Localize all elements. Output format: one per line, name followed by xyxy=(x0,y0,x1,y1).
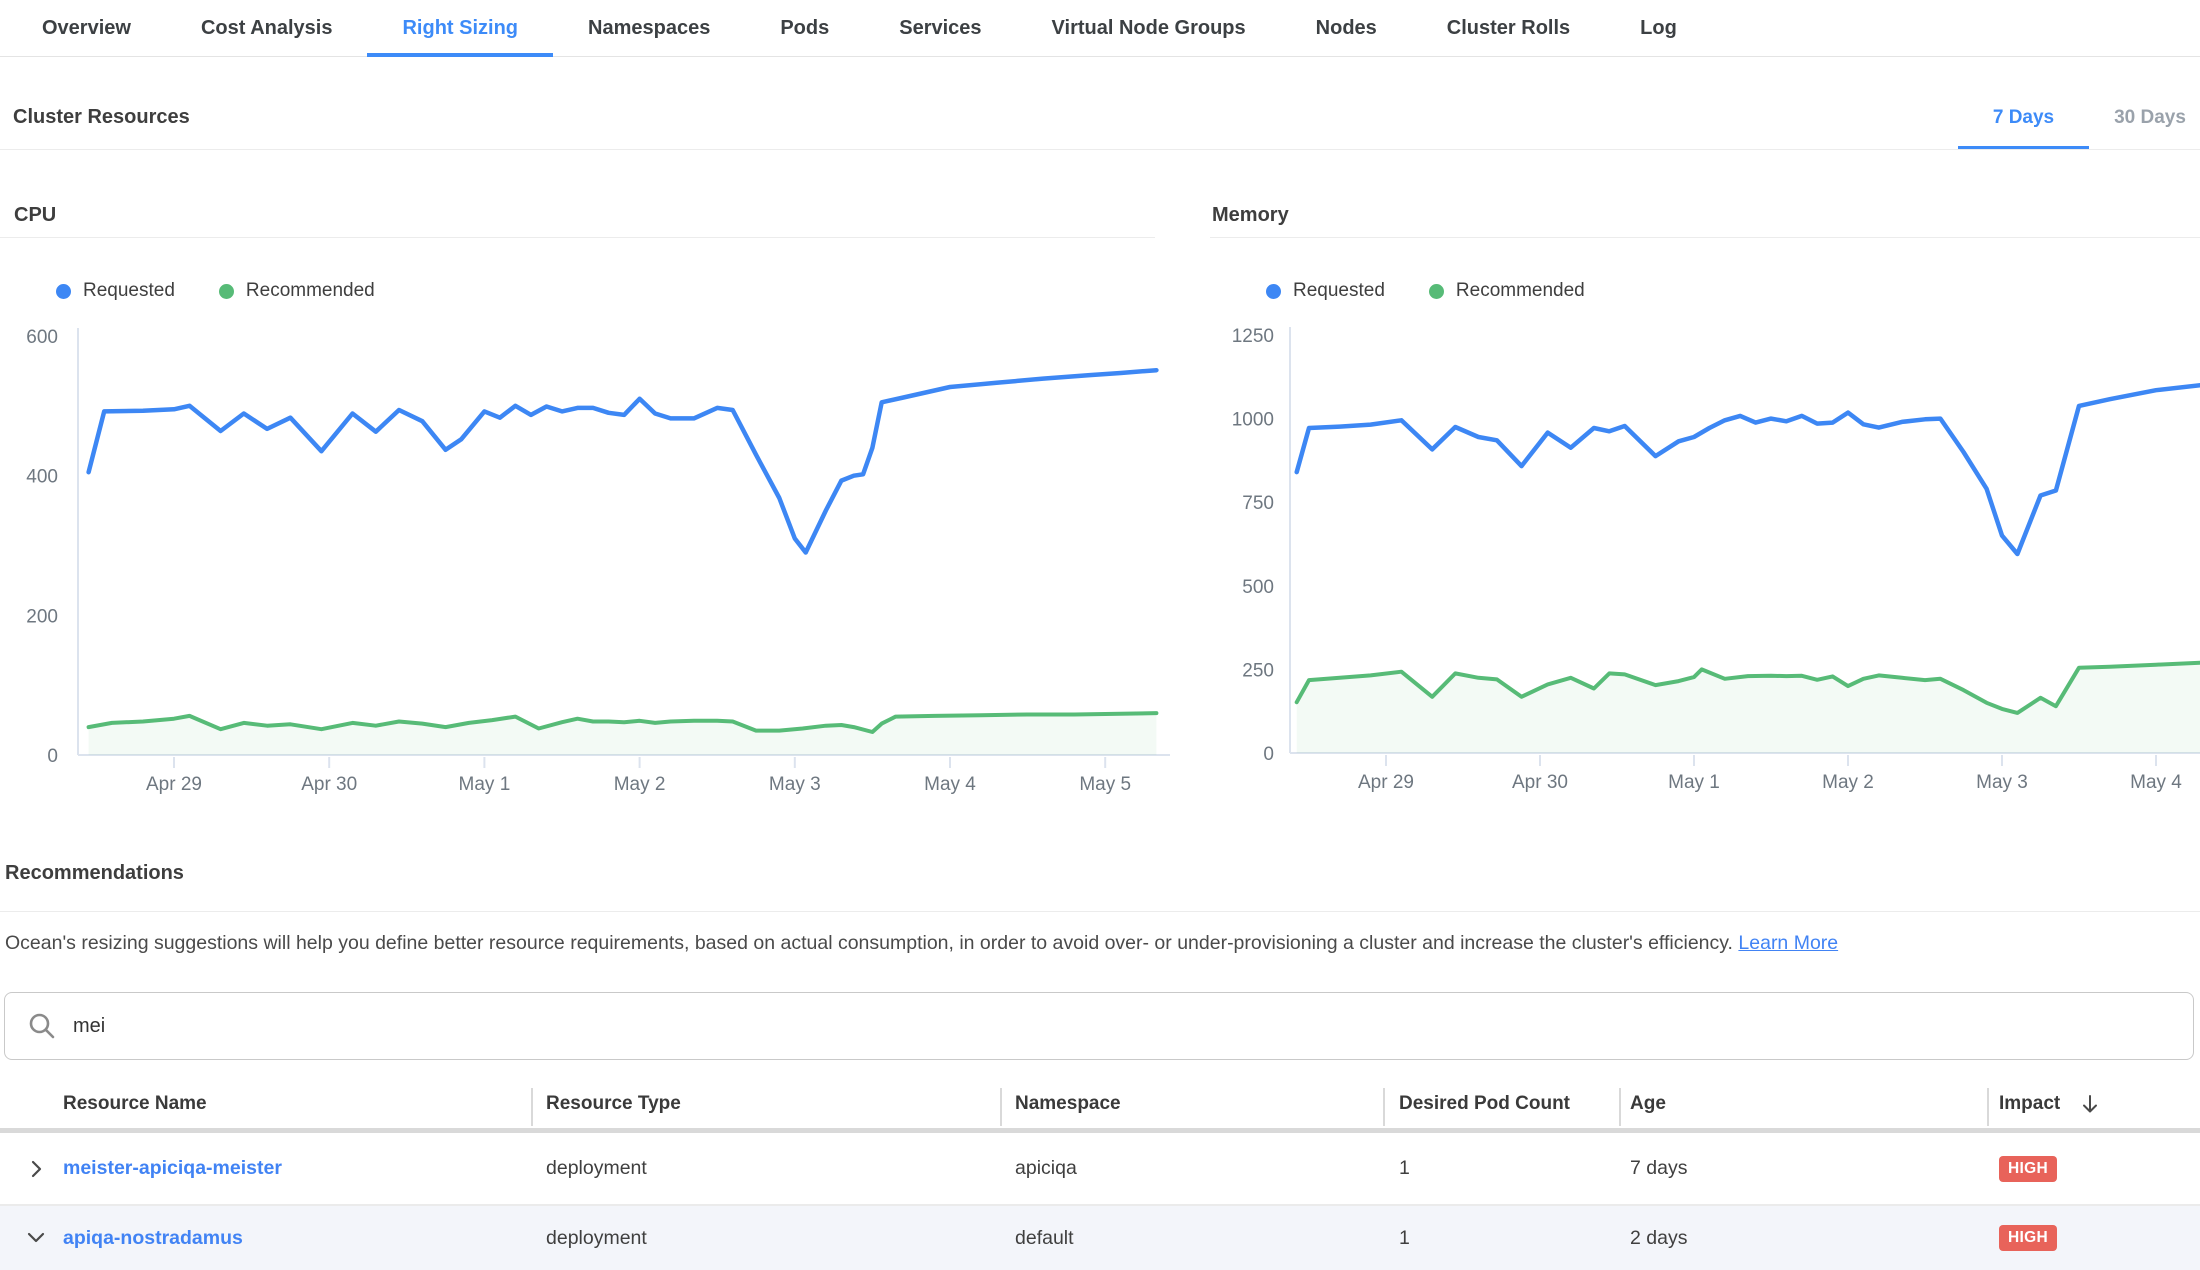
impact-badge: HIGH xyxy=(1999,1225,2057,1251)
header-namespace[interactable]: Namespace xyxy=(1000,1093,1383,1115)
svg-text:0: 0 xyxy=(47,746,58,767)
namespace-cell: default xyxy=(1000,1227,1383,1250)
svg-text:Apr 29: Apr 29 xyxy=(1358,772,1414,793)
section-divider xyxy=(0,149,2200,150)
cpu-chart-title: CPU xyxy=(14,204,56,227)
search-icon xyxy=(27,1011,57,1041)
svg-text:May 2: May 2 xyxy=(614,774,666,795)
chevron-down-icon[interactable] xyxy=(25,1227,47,1249)
recommendations-heading: Recommendations xyxy=(5,862,184,885)
svg-text:May 4: May 4 xyxy=(924,774,976,795)
svg-text:May 1: May 1 xyxy=(459,774,511,795)
tab-cluster-rolls[interactable]: Cluster Rolls xyxy=(1412,0,1605,56)
cpu-chart: 0 200 400 600 Apr 29 Apr 30 May 1 May 2 May 3 May… xyxy=(0,318,1170,798)
memory-legend-recommended: Recommended xyxy=(1429,280,1585,302)
recommended-dot-icon xyxy=(1429,284,1444,299)
tab-right-sizing[interactable]: Right Sizing xyxy=(367,0,553,56)
resource-type-cell: deployment xyxy=(531,1157,1000,1180)
legend-label: Requested xyxy=(1293,280,1385,302)
impact-badge: HIGH xyxy=(1999,1156,2057,1182)
svg-text:1250: 1250 xyxy=(1232,326,1274,347)
legend-label: Recommended xyxy=(246,280,375,302)
table-header: Resource Name Resource Type Namespace De… xyxy=(0,1080,2200,1128)
requested-dot-icon xyxy=(56,284,71,299)
cpu-title-divider xyxy=(0,237,1155,238)
legend-label: Requested xyxy=(83,280,175,302)
period-30-days[interactable]: 30 Days xyxy=(2089,86,2200,150)
tab-pods[interactable]: Pods xyxy=(745,0,864,56)
svg-text:1000: 1000 xyxy=(1232,410,1274,431)
memory-legend: Requested Recommended xyxy=(1266,280,1585,302)
period-toggle: 7 Days 30 Days xyxy=(1958,86,2200,150)
cpu-legend-recommended: Recommended xyxy=(219,280,375,302)
desired-pod-count-cell: 1 xyxy=(1383,1157,1619,1180)
memory-title-divider xyxy=(1210,237,2200,238)
svg-text:May 3: May 3 xyxy=(1976,772,2028,793)
tab-log[interactable]: Log xyxy=(1605,0,1712,56)
tab-namespaces[interactable]: Namespaces xyxy=(553,0,745,56)
svg-text:May 1: May 1 xyxy=(1668,772,1720,793)
header-resource-type[interactable]: Resource Type xyxy=(531,1093,1000,1115)
svg-text:500: 500 xyxy=(1242,577,1274,598)
svg-text:0: 0 xyxy=(1263,744,1274,765)
header-age[interactable]: Age xyxy=(1619,1093,1987,1115)
svg-text:400: 400 xyxy=(26,467,58,488)
search-input[interactable] xyxy=(71,1014,2193,1039)
top-tab-bar: Overview Cost Analysis Right Sizing Name… xyxy=(0,0,2200,57)
sort-desc-arrow-icon[interactable] xyxy=(2078,1092,2102,1116)
resource-name-link[interactable]: apiqa-nostradamus xyxy=(63,1227,243,1250)
svg-text:May 5: May 5 xyxy=(1079,774,1131,795)
table-row[interactable]: apiqa-nostradamus deployment default 1 2… xyxy=(0,1206,2200,1270)
age-cell: 2 days xyxy=(1619,1227,1987,1250)
tab-overview[interactable]: Overview xyxy=(7,0,166,56)
header-impact[interactable]: Impact xyxy=(1987,1092,2200,1116)
header-divider xyxy=(531,1088,533,1126)
svg-text:May 2: May 2 xyxy=(1822,772,1874,793)
header-divider xyxy=(1000,1088,1002,1126)
header-divider xyxy=(1383,1088,1385,1126)
memory-chart-title: Memory xyxy=(1212,204,1289,227)
svg-text:Apr 30: Apr 30 xyxy=(1512,772,1568,793)
recommendations-description: Ocean's resizing suggestions will help y… xyxy=(5,932,1838,955)
tab-nodes[interactable]: Nodes xyxy=(1281,0,1412,56)
memory-chart: 0 250 500 750 1000 1250 Apr 29 Apr 30 May 1 May 2… xyxy=(1210,318,2200,798)
cpu-legend: Requested Recommended xyxy=(56,280,375,302)
tab-cost-analysis[interactable]: Cost Analysis xyxy=(166,0,368,56)
desired-pod-count-cell: 1 xyxy=(1383,1227,1619,1250)
learn-more-link[interactable]: Learn More xyxy=(1738,932,1838,954)
header-resource-name[interactable]: Resource Name xyxy=(0,1093,531,1115)
memory-legend-requested: Requested xyxy=(1266,280,1385,302)
header-divider xyxy=(1987,1088,1989,1126)
namespace-cell: apiciqa xyxy=(1000,1157,1383,1180)
svg-text:Apr 30: Apr 30 xyxy=(301,774,357,795)
age-cell: 7 days xyxy=(1619,1157,1987,1180)
svg-text:Apr 29: Apr 29 xyxy=(146,774,202,795)
period-7-days[interactable]: 7 Days xyxy=(1958,86,2089,150)
recommended-dot-icon xyxy=(219,284,234,299)
header-divider xyxy=(1619,1088,1621,1126)
svg-text:250: 250 xyxy=(1242,660,1274,681)
cpu-legend-requested: Requested xyxy=(56,280,175,302)
chevron-right-icon[interactable] xyxy=(25,1158,47,1180)
resource-name-link[interactable]: meister-apiciqa-meister xyxy=(63,1157,282,1180)
svg-text:750: 750 xyxy=(1242,493,1274,514)
description-text: Ocean's resizing suggestions will help y… xyxy=(5,932,1733,954)
table-row[interactable]: meister-apiciqa-meister deployment apici… xyxy=(0,1133,2200,1204)
resource-type-cell: deployment xyxy=(531,1227,1000,1250)
svg-text:200: 200 xyxy=(26,606,58,627)
header-desired-pod-count[interactable]: Desired Pod Count xyxy=(1383,1093,1619,1115)
resource-search-box xyxy=(4,992,2194,1060)
svg-text:May 3: May 3 xyxy=(769,774,821,795)
svg-text:600: 600 xyxy=(26,327,58,348)
legend-label: Recommended xyxy=(1456,280,1585,302)
recommendations-divider xyxy=(0,911,2200,912)
tab-virtual-node-groups[interactable]: Virtual Node Groups xyxy=(1017,0,1281,56)
header-impact-label: Impact xyxy=(1999,1093,2060,1115)
requested-dot-icon xyxy=(1266,284,1281,299)
svg-text:May 4: May 4 xyxy=(2130,772,2182,793)
cluster-resources-heading: Cluster Resources xyxy=(13,106,190,129)
tab-services[interactable]: Services xyxy=(864,0,1016,56)
